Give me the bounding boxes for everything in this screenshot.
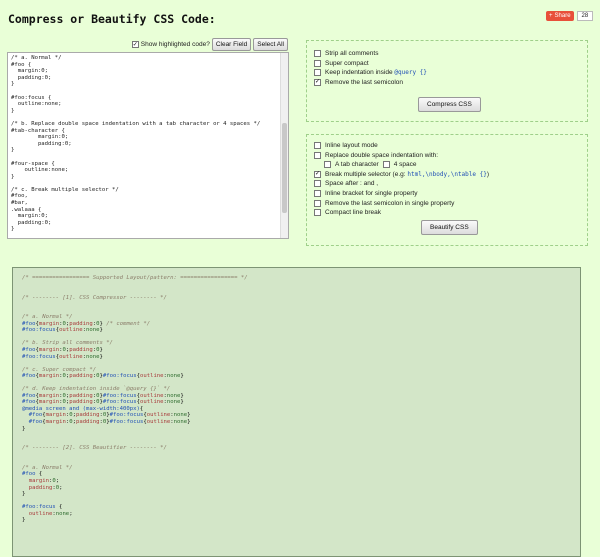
keep-indentation-code: @query {} xyxy=(394,69,427,77)
share-widget: + Share 28 xyxy=(546,11,594,21)
remove-semicolon-option[interactable]: ✓ Remove the last semicolon xyxy=(314,78,427,86)
beautify-css-button[interactable]: Beautify CSS xyxy=(421,220,478,235)
tab-character-label: A tab character xyxy=(335,161,379,169)
remove-semicolon-checkbox[interactable]: ✓ xyxy=(314,78,321,86)
inline-bracket-checkbox[interactable] xyxy=(314,189,321,197)
keep-indentation-option[interactable]: Keep indentation inside @query {} xyxy=(314,69,427,77)
remove-semicolon-label: Remove the last semicolon xyxy=(325,78,404,86)
super-compact-label: Super compact xyxy=(325,59,369,67)
clear-field-button[interactable]: Clear Field xyxy=(211,38,252,51)
replace-indent-label: Replace double space indentation with: xyxy=(325,151,439,159)
keep-indentation-label: Keep indentation inside xyxy=(325,69,395,77)
break-selector-checkbox[interactable]: ✓ xyxy=(314,170,321,178)
space-after-label: Space after : and , xyxy=(325,180,379,188)
show-highlighted-toggle[interactable]: ✓ Show highlighted code? xyxy=(131,41,210,48)
replace-indent-checkbox[interactable] xyxy=(314,151,321,159)
inline-bracket-label: Inline bracket for single property xyxy=(325,189,418,197)
share-count: 28 xyxy=(576,11,594,21)
strip-comments-checkbox[interactable] xyxy=(314,50,321,57)
tab-character-checkbox[interactable] xyxy=(324,161,331,169)
inline-layout-option[interactable]: Inline layout mode xyxy=(314,142,489,149)
indent-choice-row: A tab character 4 space xyxy=(324,161,489,169)
inline-layout-checkbox[interactable] xyxy=(314,142,321,149)
strip-comments-option[interactable]: Strip all comments xyxy=(314,50,427,57)
share-label: Share xyxy=(554,13,571,19)
remove-single-semicolon-label: Remove the last semicolon in single prop… xyxy=(325,199,455,207)
show-highlighted-checkbox[interactable]: ✓ xyxy=(131,41,139,48)
super-compact-option[interactable]: Super compact xyxy=(314,59,427,67)
break-selector-option[interactable]: ✓ Break multiple selector (e.g: html,\nb… xyxy=(314,170,490,178)
strip-comments-label: Strip all comments xyxy=(325,50,379,57)
break-selector-label: Break multiple selector (e.g: xyxy=(325,170,408,178)
editor-scrollbar[interactable] xyxy=(280,53,288,238)
editor-scroll-thumb[interactable] xyxy=(282,123,287,213)
plus-icon: + xyxy=(549,13,553,19)
compress-css-button[interactable]: Compress CSS xyxy=(418,97,481,112)
css-input-content: /* a. Normal */ #foo { margin:0; padding… xyxy=(11,55,261,233)
four-space-label: 4 space xyxy=(393,161,417,169)
supported-patterns-output: /* ================= Supported Layout/pa… xyxy=(12,267,581,557)
compact-line-break-checkbox[interactable] xyxy=(314,209,321,217)
replace-indent-option[interactable]: Replace double space indentation with: xyxy=(314,151,489,159)
share-button[interactable]: + Share xyxy=(546,11,574,21)
select-all-button[interactable]: Select All xyxy=(253,38,288,51)
inline-bracket-option[interactable]: Inline bracket for single property xyxy=(314,189,489,197)
show-highlighted-label: Show highlighted code? xyxy=(140,41,210,48)
keep-indentation-checkbox[interactable] xyxy=(314,69,321,77)
compact-line-break-label: Compact line break xyxy=(325,209,381,217)
break-selector-code: html,\nbody,\ntable {} xyxy=(407,170,487,178)
four-space-checkbox[interactable] xyxy=(382,161,390,169)
beautify-panel: Inline layout mode Replace double space … xyxy=(306,134,588,246)
remove-single-semicolon-option[interactable]: Remove the last semicolon in single prop… xyxy=(314,199,489,207)
editor-toolbar: ✓ Show highlighted code? Clear Field Sel… xyxy=(131,38,288,51)
space-after-checkbox[interactable] xyxy=(314,180,321,188)
page-title: Compress or Beautify CSS Code: xyxy=(8,12,216,26)
super-compact-checkbox[interactable] xyxy=(314,59,321,67)
compress-panel: Strip all comments Super compact Keep in… xyxy=(306,40,588,122)
inline-layout-label: Inline layout mode xyxy=(325,142,378,149)
break-selector-suffix: ) xyxy=(486,170,490,178)
space-after-option[interactable]: Space after : and , xyxy=(314,180,489,188)
compact-line-break-option[interactable]: Compact line break xyxy=(314,209,489,217)
css-input-textarea[interactable]: /* a. Normal */ #foo { margin:0; padding… xyxy=(7,52,289,239)
output-code: /* ================= Supported Layout/pa… xyxy=(22,275,248,524)
remove-single-semicolon-checkbox[interactable] xyxy=(314,199,321,207)
